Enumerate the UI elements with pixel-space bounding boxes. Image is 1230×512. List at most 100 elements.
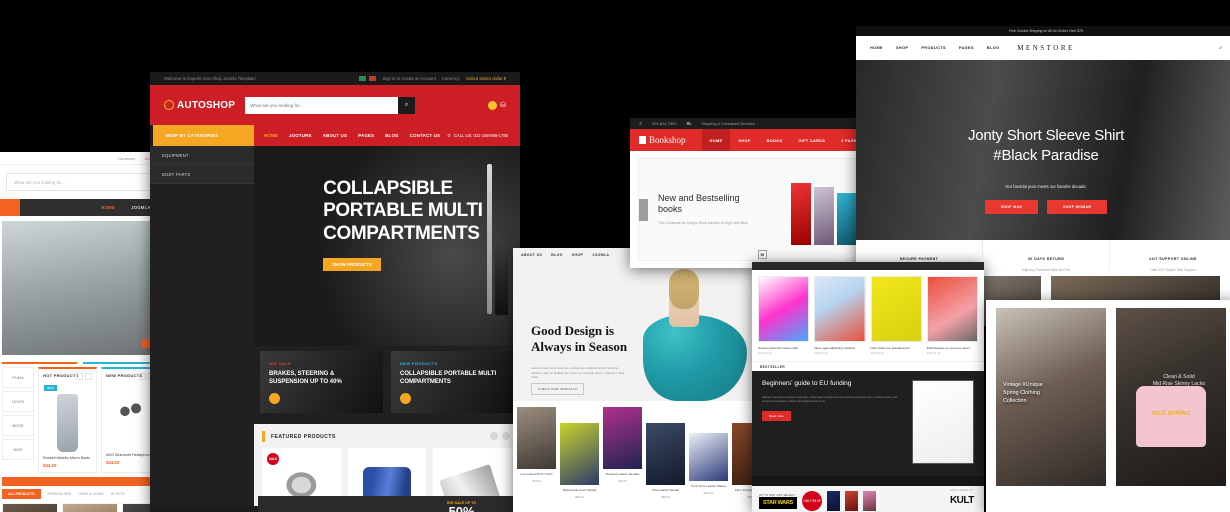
nav-item-home[interactable]: HOME — [101, 205, 115, 210]
product-name[interactable]: Penn Print Leather Wayra — [689, 484, 728, 489]
feature-book-cover[interactable] — [912, 380, 974, 465]
book-cover[interactable] — [758, 276, 810, 342]
product-name[interactable]: Pressed Leather Sandals — [603, 472, 642, 477]
product-name[interactable]: Russell Athletic Men's Basic — [43, 456, 92, 460]
slider-prev-button[interactable] — [639, 198, 648, 221]
book-title[interactable]: Aenean placerat massa nulla — [758, 346, 809, 350]
product-name[interactable]: Fitted Neck Court Sandal — [560, 488, 599, 493]
prev-icon[interactable] — [139, 373, 146, 380]
book-cover[interactable] — [814, 276, 866, 342]
book-card[interactable]: Aenean placerat massa nulla 2013-11-14 — [758, 276, 810, 355]
cart-area[interactable]: ⛁ — [488, 100, 506, 110]
nav-item-home[interactable]: HOME — [701, 129, 731, 151]
nav-item-contact[interactable]: CONTACT US — [410, 133, 440, 138]
bag-item-1[interactable] — [2, 503, 58, 512]
product-image[interactable] — [603, 407, 642, 469]
book-cover[interactable] — [926, 276, 978, 342]
shipping-link[interactable]: Shipping & Contained Services — [701, 121, 755, 126]
brand-levis[interactable]: LEVI'S — [2, 391, 34, 412]
nav-item-home[interactable]: HOME — [264, 133, 278, 138]
starwars-logo[interactable]: STAR WARS — [759, 496, 797, 509]
nav-item-jooture[interactable]: JOOTURE — [289, 133, 312, 138]
product-image[interactable] — [57, 394, 78, 452]
product-image[interactable] — [689, 433, 728, 481]
product-image[interactable] — [517, 407, 556, 469]
product-name[interactable]: Lia Leopard Print T-shirt — [517, 472, 556, 477]
brand-nike[interactable]: NIKE — [2, 439, 34, 460]
mini-cover-2[interactable] — [844, 491, 858, 512]
shop-woman-button[interactable]: SHOP WOMAN — [1047, 200, 1108, 214]
book-cover-3[interactable] — [837, 192, 857, 245]
next-icon[interactable] — [85, 373, 92, 380]
phone-number[interactable]: ✆ CALL US: 021-168-889-1765 — [447, 133, 520, 138]
product-card[interactable]: Penn Print Leather Wayra $120.00 — [689, 433, 728, 495]
logo[interactable]: Bookshop — [639, 135, 686, 145]
sidebar-item-body-parts[interactable]: BODY PARTS — [150, 165, 254, 184]
mini-cover-1[interactable] — [826, 491, 840, 512]
nav-item-blog[interactable]: BLOG — [385, 133, 398, 138]
logo[interactable]: AUTOSHOP — [164, 100, 235, 111]
mini-cover-3[interactable] — [862, 491, 876, 512]
shop-by-categories-button[interactable]: SHOP BY CATEGORIES — [150, 125, 254, 146]
hero-cta-button[interactable]: CHECK NEW ARRIVALS — [531, 383, 585, 395]
book-title[interactable]: Nunc eget adipiscing volutpat — [814, 346, 865, 350]
product-card[interactable]: Lia Leopard Print T-shirt $94.00 — [517, 407, 556, 483]
tab-home-living[interactable]: HOME & LIVING — [78, 492, 103, 496]
book-cover-2[interactable] — [814, 186, 834, 245]
product-card[interactable]: Pressed Leather Sandals $66.00 — [603, 407, 642, 483]
language-flags[interactable] — [359, 76, 377, 81]
book-cover-1[interactable] — [791, 182, 811, 245]
promo-card-sale[interactable]: BIG SALE BRAKES, STEERING & SUSPENSION U… — [260, 351, 383, 413]
prev-icon[interactable] — [490, 432, 498, 440]
panel-arrows[interactable] — [76, 373, 92, 380]
product-image[interactable] — [560, 423, 599, 485]
book-cover[interactable] — [870, 276, 922, 342]
phone-text[interactable]: 021-891-7890 — [652, 121, 676, 126]
product-name[interactable]: AKG Bluetooth Headphones — [106, 453, 155, 457]
tab-hitech[interactable]: HI-TECH — [111, 492, 125, 496]
book-card[interactable]: Pellentesque eu purus eu amet 2013-11-14 — [926, 276, 978, 355]
indicator-2[interactable] — [82, 362, 158, 364]
nav-item-gift-cards[interactable]: GIFT CARDS — [790, 129, 833, 151]
sidebar-item-equipment[interactable]: EQUIPMENT — [150, 146, 254, 165]
search-button[interactable]: ⌕ — [398, 96, 416, 114]
next-icon[interactable] — [502, 432, 510, 440]
product-name[interactable]: Nite Leather Sandal — [646, 488, 685, 493]
carousel-arrows[interactable] — [490, 432, 510, 440]
cart-button[interactable]: ⛁ — [758, 250, 767, 259]
bag-item-2[interactable] — [62, 503, 118, 512]
brand-boss[interactable]: BOSS — [2, 415, 34, 436]
nav-item-books[interactable]: BOOKS — [759, 129, 791, 151]
search-box[interactable]: ⌕ — [245, 96, 416, 114]
shop-man-button[interactable]: SHOP MAN — [984, 200, 1039, 214]
brand-puma[interactable]: PUMA — [2, 367, 34, 388]
arrow-icon[interactable] — [400, 393, 411, 404]
fashion-card-right[interactable]: Clean & Solid Mid Rise Skinny Lacko Looo… — [1116, 308, 1226, 486]
promo-card-new[interactable]: NEW PRODUCTS COLLAPSIBLE PORTABLE MULTI … — [391, 351, 514, 413]
book-title[interactable]: Nunc tellus leo gravida amet — [871, 346, 922, 350]
search-icon[interactable]: ⌕ — [1219, 45, 1222, 51]
product-card[interactable]: Nite Leather Sandal $88.00 — [646, 423, 685, 499]
product-image[interactable] — [112, 391, 149, 449]
product-card[interactable]: Fitted Neck Court Sandal $80.00 — [560, 423, 599, 499]
book-title[interactable]: Pellentesque eu purus eu amet — [927, 346, 978, 350]
read-more-button[interactable]: Read more — [762, 411, 791, 422]
logo[interactable]: MENSTORE — [856, 44, 1230, 52]
product-image[interactable] — [646, 423, 685, 485]
tab-fashion[interactable]: FASHION SIDE — [48, 492, 72, 496]
search-input[interactable] — [245, 96, 399, 114]
nav-item-about[interactable]: ABOUT US — [323, 133, 348, 138]
nav-item-joomla[interactable]: JOOMLA — [131, 205, 151, 210]
arrow-icon[interactable] — [269, 393, 280, 404]
nav-item-pages[interactable]: PAGES — [358, 133, 374, 138]
kult-brand[interactable]: AVAILABLE AT KULT MAGAZINE STORE — [947, 478, 977, 512]
book-card[interactable]: Nunc eget adipiscing volutpat 2013-11-14 — [814, 276, 866, 355]
hero-image-main[interactable] — [2, 221, 158, 355]
indicator-1[interactable] — [2, 362, 77, 364]
nav-item-shop[interactable]: SHOP — [730, 129, 758, 151]
hero-cta-button[interactable]: SHOW PRODUCTS — [323, 258, 381, 271]
account-link[interactable]: Sign in or Create an Account — [382, 76, 435, 81]
currency-value[interactable]: United States dollar $ — [466, 76, 506, 81]
fashion-card-left[interactable]: Vintage #Unique Spring Clothing Collecti… — [996, 308, 1106, 486]
book-card[interactable]: Nunc tellus leo gravida amet 2013-11-14 — [870, 276, 922, 355]
